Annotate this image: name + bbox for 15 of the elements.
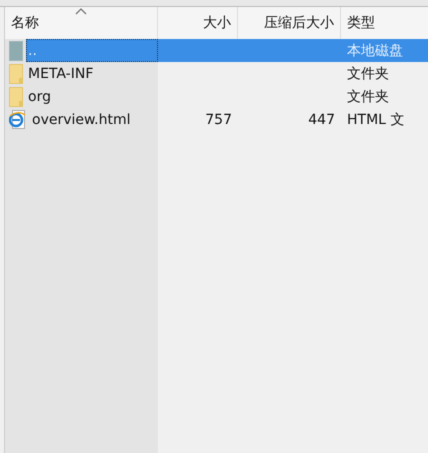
file-row[interactable]: META-INF	[26, 62, 158, 85]
web-page-icon	[9, 110, 27, 130]
file-row[interactable]: org	[26, 85, 158, 108]
type-cell: HTML 文	[347, 112, 404, 128]
folder-icon	[9, 64, 23, 84]
packed-size-cell: 447	[308, 112, 335, 128]
type-cell: 文件夹	[347, 66, 389, 82]
file-row[interactable]: overview.html	[30, 108, 158, 131]
type-cell: 本地磁盘	[347, 42, 403, 58]
sort-caret-icon	[75, 8, 87, 15]
folder-icon	[9, 86, 23, 106]
drive-icon	[9, 40, 23, 60]
column-header[interactable]: 类型	[341, 7, 428, 39]
size-cell: 757	[205, 112, 232, 128]
type-cell: 文件夹	[347, 88, 389, 104]
